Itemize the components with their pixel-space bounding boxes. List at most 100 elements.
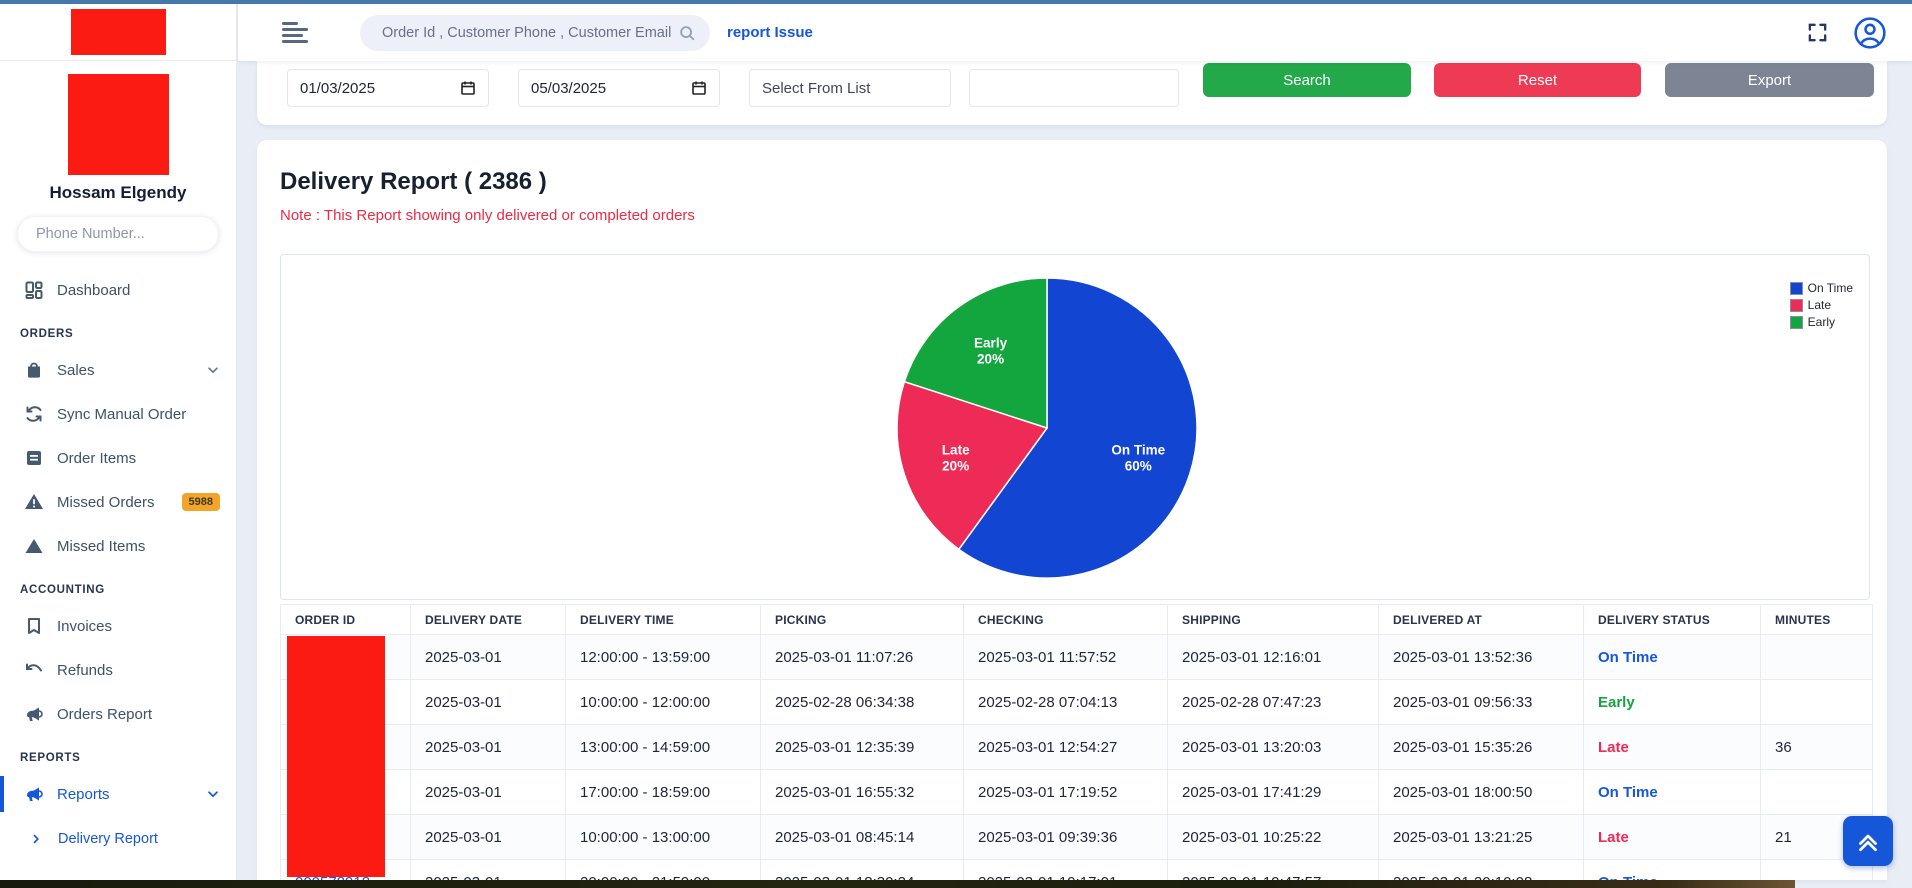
cell-minutes [1761, 770, 1873, 815]
cell-picking: 2025-03-01 08:45:14 [761, 815, 964, 860]
sales-icon [24, 360, 44, 380]
date-to-input[interactable] [518, 69, 720, 107]
cell-minutes: 36 [1761, 725, 1873, 770]
cell-picking: 2025-03-01 16:55:32 [761, 770, 964, 815]
order-items-icon [24, 448, 44, 468]
cell-minutes [1761, 635, 1873, 680]
date-from-input[interactable] [287, 69, 489, 107]
table-row: 0005789182025-03-0120:00:00 - 21:59:0020… [281, 860, 1873, 881]
report-issue-link[interactable]: report Issue [727, 24, 813, 41]
reports-icon [24, 704, 44, 724]
calendar-icon[interactable] [460, 80, 476, 96]
sidebar-item-reports[interactable]: Reports [0, 772, 236, 816]
order-id-redaction [287, 636, 385, 877]
search-button[interactable]: Search [1203, 63, 1411, 97]
cell-picking: 2025-02-28 06:34:38 [761, 680, 964, 725]
cell-checking: 2025-03-01 11:57:52 [964, 635, 1168, 680]
column-header-minutes: MINUTES [1761, 605, 1873, 635]
logo-container [0, 4, 236, 61]
list-select[interactable]: Select From List [749, 69, 951, 107]
cell-shipping: 2025-03-01 17:41:29 [1168, 770, 1379, 815]
search-input[interactable] [382, 25, 678, 41]
date-from-value[interactable] [300, 80, 430, 97]
calendar-icon[interactable] [691, 80, 707, 96]
sidebar-item-label: Orders Report [57, 706, 152, 723]
filter-text-value[interactable] [982, 80, 1112, 97]
sidebar-item-label: Delivery Report [58, 831, 158, 847]
reset-button[interactable]: Reset [1434, 63, 1641, 97]
sidebar-item-order-items[interactable]: Order Items [0, 436, 236, 480]
chart-legend: On Time Late Early [1790, 281, 1853, 332]
cell-status: On Time [1584, 635, 1761, 680]
sidebar-item-label: Dashboard [57, 282, 130, 299]
scroll-to-top-button[interactable] [1843, 816, 1893, 866]
filter-bar: Select From List Search Reset Export [257, 61, 1887, 125]
sidebar-item-label: Missed Items [57, 538, 145, 555]
avatar [68, 74, 169, 175]
chevron-right-icon [30, 833, 42, 845]
column-header-order-id: ORDER ID [281, 605, 411, 635]
menu-icon[interactable] [282, 19, 308, 46]
sidebar-item-label: Reports [57, 786, 110, 803]
global-search [360, 15, 710, 51]
topbar: report Issue [238, 4, 1912, 61]
sidebar-item-sync-manual-order[interactable]: Sync Manual Order [0, 392, 236, 436]
cell-delivery-time: 17:00:00 - 18:59:00 [566, 770, 761, 815]
delivery-status-badge: Early [1598, 694, 1635, 711]
legend-swatch [1790, 282, 1803, 295]
delivery-table: ORDER IDDELIVERY DATEDELIVERY TIMEPICKIN… [280, 604, 1873, 880]
sidebar-item-missed-items[interactable]: Missed Items [0, 524, 236, 568]
sidebar-item-delivery-report[interactable]: Delivery Report [0, 816, 236, 862]
count-badge: 5988 [182, 493, 220, 511]
legend-item-late[interactable]: Late [1790, 298, 1853, 312]
cell-shipping: 2025-02-28 07:47:23 [1168, 680, 1379, 725]
cell-delivered-at: 2025-03-01 18:00:50 [1379, 770, 1584, 815]
missed-items-icon [24, 536, 44, 556]
sidebar-item-refunds[interactable]: Refunds [0, 648, 236, 692]
column-header-delivery-status: DELIVERY STATUS [1584, 605, 1761, 635]
pie-slice-label: Early20% [974, 335, 1008, 366]
cell-delivered-at: 2025-03-01 13:52:36 [1379, 635, 1584, 680]
cell-picking: 2025-03-01 12:35:39 [761, 725, 964, 770]
page-title: Delivery Report ( 2386 ) [280, 168, 1887, 196]
cell-checking: 2025-03-01 17:19:52 [964, 770, 1168, 815]
cell-status: On Time [1584, 860, 1761, 881]
date-to-value[interactable] [531, 80, 661, 97]
cell-shipping: 2025-03-01 12:16:01 [1168, 635, 1379, 680]
delivery-table-container: ORDER IDDELIVERY DATEDELIVERY TIMEPICKIN… [280, 604, 1872, 880]
cell-delivery-date: 2025-03-01 [411, 680, 566, 725]
topbar-right [1806, 16, 1887, 50]
sidebar-item-sales[interactable]: Sales [0, 348, 236, 392]
missed-orders-icon [24, 492, 44, 512]
delivery-status-badge: On Time [1598, 784, 1658, 801]
legend-item-on-time[interactable]: On Time [1790, 281, 1853, 295]
cell-delivery-date: 2025-03-01 [411, 815, 566, 860]
phone-number-input[interactable] [17, 216, 219, 252]
legend-item-early[interactable]: Early [1790, 315, 1853, 329]
sidebar-nav: DashboardORDERSSalesSync Manual OrderOrd… [0, 268, 236, 862]
sidebar-item-label: Refunds [57, 662, 113, 679]
table-row: 2025-03-0112:00:00 - 13:59:002025-03-01 … [281, 635, 1873, 680]
sidebar: Hossam Elgendy DashboardORDERSSalesSync … [0, 4, 237, 880]
delivery-status-badge: On Time [1598, 649, 1658, 666]
filter-text-input[interactable] [969, 69, 1179, 107]
sidebar-item-label: Invoices [57, 618, 112, 635]
search-icon[interactable] [678, 24, 696, 42]
column-header-picking: PICKING [761, 605, 964, 635]
delivery-status-badge: Late [1598, 829, 1629, 846]
column-header-delivery-date: DELIVERY DATE [411, 605, 566, 635]
double-chevron-up-icon [1853, 826, 1883, 856]
fullscreen-icon[interactable] [1806, 21, 1829, 44]
legend-label: On Time [1808, 281, 1853, 295]
desktop-edge-strip [0, 880, 1795, 888]
sidebar-item-label: Sales [57, 362, 95, 379]
table-row: 2025-03-0113:00:00 - 14:59:002025-03-01 … [281, 725, 1873, 770]
sidebar-item-invoices[interactable]: Invoices [0, 604, 236, 648]
user-avatar-icon[interactable] [1853, 16, 1887, 50]
sidebar-item-dashboard[interactable]: Dashboard [0, 268, 236, 312]
sidebar-item-missed-orders[interactable]: Missed Orders5988 [0, 480, 236, 524]
cell-status: On Time [1584, 770, 1761, 815]
sidebar-item-orders-report[interactable]: Orders Report [0, 692, 236, 736]
export-button[interactable]: Export [1665, 63, 1874, 97]
cell-status: Late [1584, 815, 1761, 860]
